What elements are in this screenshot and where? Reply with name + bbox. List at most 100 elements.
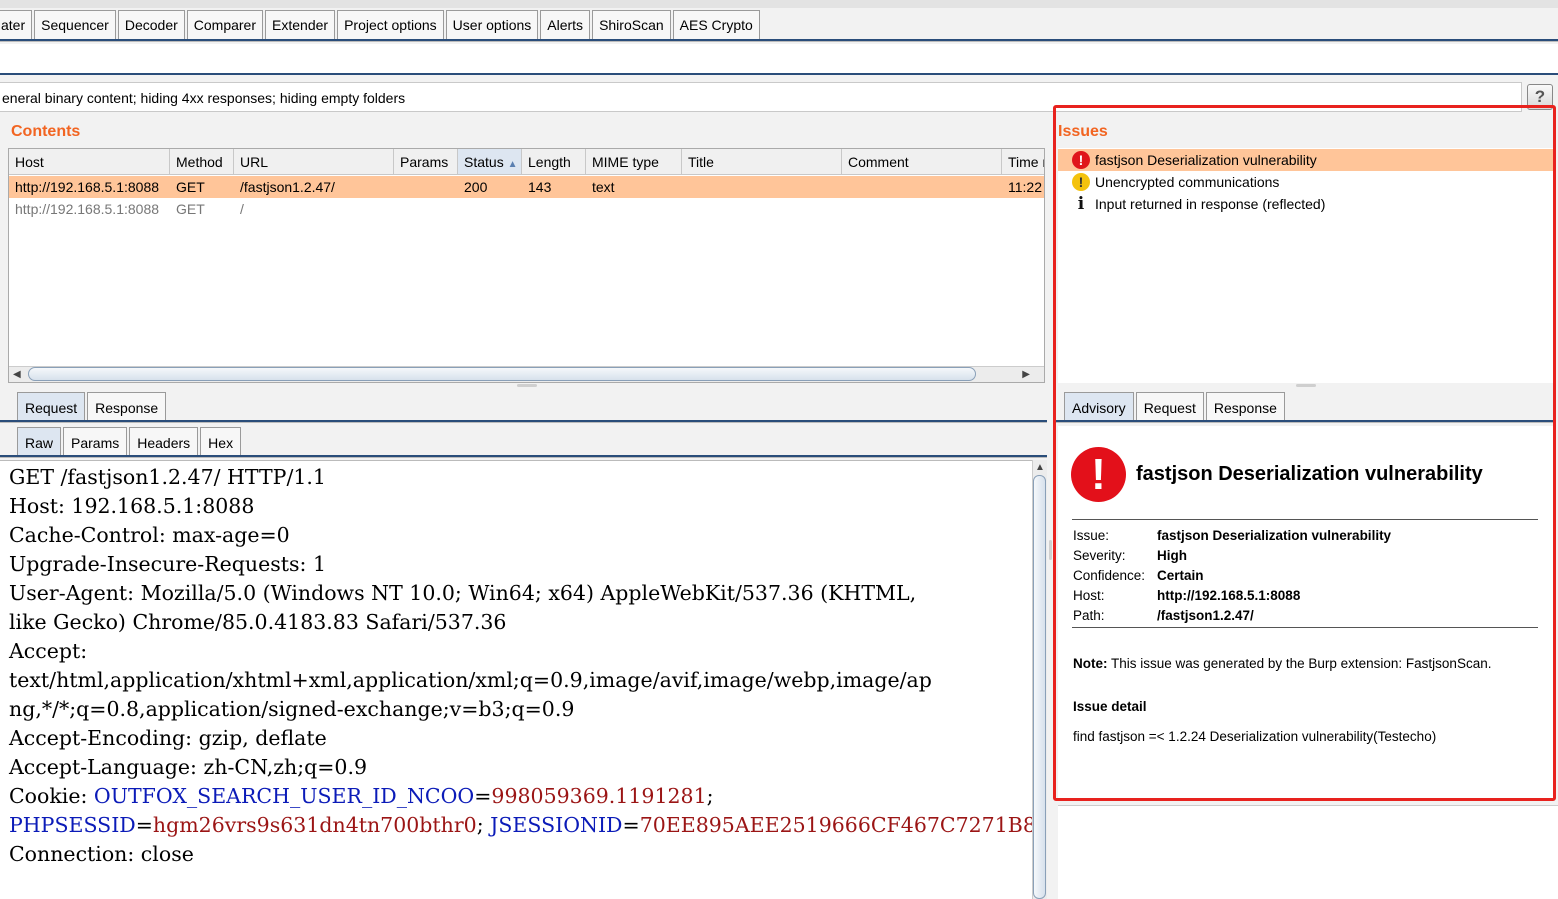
tab-repeater[interactable]: ater bbox=[0, 10, 33, 39]
tab-comparer[interactable]: Comparer bbox=[186, 10, 264, 39]
request-line: Host: 192.168.5.1:8088 bbox=[9, 494, 255, 518]
tab-underline bbox=[0, 420, 1047, 423]
col-time[interactable]: Time r bbox=[1002, 149, 1044, 175]
table-row[interactable]: http://192.168.5.1:8088 GET / bbox=[9, 198, 1044, 220]
request-text: GET /fastjson1.2.47/ HTTP/1.1 Host: 192.1… bbox=[9, 463, 1032, 869]
tab-decoder[interactable]: Decoder bbox=[117, 10, 185, 39]
sub-tab-area bbox=[0, 44, 1558, 74]
cell-mime bbox=[586, 198, 682, 220]
cell-status bbox=[458, 198, 522, 220]
cookie-name: JSESSIONID bbox=[490, 813, 623, 837]
table-row[interactable]: http://192.168.5.1:8088 GET /fastjson1.2… bbox=[9, 176, 1044, 198]
request-line: Accept-Language: zh-CN,zh;q=0.9 bbox=[9, 755, 368, 779]
cookie-value: 70EE895AEE2519666CF467C7271B8A07 bbox=[639, 813, 1032, 837]
cookie-separator: ; bbox=[476, 813, 491, 837]
cell-params bbox=[394, 198, 458, 220]
request-line: ng,*/*;q=0.8,application/signed-exchange… bbox=[9, 697, 575, 721]
issue-label: Unencrypted communications bbox=[1095, 174, 1280, 190]
advisory-note: Note: This issue was generated by the Bu… bbox=[1073, 656, 1491, 671]
cookie-equals: = bbox=[474, 784, 492, 808]
split-handle[interactable] bbox=[517, 384, 537, 387]
cookie-line-cont: PHPSESSID=hgm26vrs9s631dn4tn700bthr0; JS… bbox=[9, 811, 1032, 840]
cell-method: GET bbox=[176, 179, 205, 195]
tab-extender[interactable]: Extender bbox=[265, 10, 336, 39]
cookie-equals: = bbox=[622, 813, 640, 837]
cookie-separator: ; bbox=[706, 784, 714, 808]
col-comment[interactable]: Comment bbox=[842, 149, 1002, 175]
cell-status: 200 bbox=[464, 179, 488, 195]
cell-length: 143 bbox=[528, 179, 552, 195]
request-line: Accept: bbox=[9, 639, 88, 663]
issues-title: Issues bbox=[1058, 123, 1108, 140]
col-mime-type[interactable]: MIME type bbox=[586, 149, 682, 175]
advisory-tabs: Advisory Request Response bbox=[1064, 392, 1287, 422]
col-status[interactable]: Status ▲ bbox=[458, 149, 522, 175]
cell-mime: text bbox=[592, 179, 615, 195]
cookie-value: hgm26vrs9s631dn4tn700bthr0 bbox=[152, 813, 477, 837]
col-host[interactable]: Host bbox=[9, 149, 170, 175]
tab-request[interactable]: Request bbox=[17, 392, 86, 422]
help-button[interactable]: ? bbox=[1527, 84, 1553, 110]
contents-table: Host Method URL Params Status ▲ Length M… bbox=[8, 148, 1045, 383]
divider bbox=[1072, 519, 1538, 520]
horizontal-scroll-thumb[interactable] bbox=[28, 367, 976, 381]
col-status-label: Status bbox=[464, 154, 504, 170]
tab-raw[interactable]: Raw bbox=[17, 427, 62, 457]
cookie-equals: = bbox=[135, 813, 153, 837]
request-editor[interactable]: GET /fastjson1.2.47/ HTTP/1.1 Host: 192.1… bbox=[0, 460, 1032, 899]
note-text: This issue was generated by the Burp ext… bbox=[1107, 656, 1492, 671]
field-value: High bbox=[1157, 548, 1187, 563]
cell-host: http://192.168.5.1:8088 bbox=[15, 201, 160, 217]
tab-underline bbox=[1056, 420, 1556, 423]
tab-alerts[interactable]: Alerts bbox=[540, 10, 591, 39]
tab-headers[interactable]: Headers bbox=[129, 427, 199, 457]
info-icon: i bbox=[1077, 194, 1085, 214]
note-label: Note: bbox=[1073, 656, 1108, 671]
col-params[interactable]: Params bbox=[394, 149, 458, 175]
filter-text: eneral binary content; hiding 4xx respon… bbox=[2, 90, 406, 106]
cell-time bbox=[1002, 198, 1044, 220]
col-url[interactable]: URL bbox=[234, 149, 394, 175]
high-severity-icon: ! bbox=[1071, 447, 1126, 502]
split-handle[interactable] bbox=[1296, 384, 1316, 387]
col-length[interactable]: Length bbox=[522, 149, 586, 175]
issue-item[interactable]: i Input returned in response (reflected) bbox=[1058, 193, 1554, 215]
tab-response[interactable]: Response bbox=[87, 392, 167, 422]
window-top-strip bbox=[0, 0, 1558, 8]
tab-sequencer[interactable]: Sequencer bbox=[34, 10, 116, 39]
request-response-tabs: Request Response bbox=[17, 392, 168, 422]
tab-shiroscan[interactable]: ShiroScan bbox=[592, 10, 671, 39]
issue-item[interactable]: ! fastjson Deserialization vulnerability bbox=[1058, 149, 1554, 171]
cookie-name: OUTFOX_SEARCH_USER_ID_NCOO bbox=[93, 784, 475, 808]
cell-length bbox=[522, 198, 586, 220]
split-handle-vertical[interactable] bbox=[1049, 540, 1052, 560]
scroll-up-icon[interactable]: ▲ bbox=[1035, 462, 1045, 473]
tab-hex[interactable]: Hex bbox=[200, 427, 242, 457]
col-method[interactable]: Method bbox=[170, 149, 234, 175]
issue-detail-text: find fastjson =< 1.2.24 Deserialization … bbox=[1073, 729, 1437, 744]
vertical-scroll-thumb[interactable] bbox=[1033, 475, 1046, 899]
sort-asc-icon: ▲ bbox=[507, 159, 518, 170]
contents-title: Contents bbox=[11, 123, 81, 140]
cell-comment bbox=[842, 198, 1002, 220]
scroll-left-icon[interactable]: ◀ bbox=[13, 369, 21, 380]
medium-severity-icon: ! bbox=[1072, 173, 1090, 191]
tab-issue-response[interactable]: Response bbox=[1205, 392, 1285, 422]
col-title[interactable]: Title bbox=[682, 149, 842, 175]
tab-project-options[interactable]: Project options bbox=[337, 10, 444, 39]
cell-title bbox=[682, 176, 842, 198]
tab-user-options[interactable]: User options bbox=[445, 10, 539, 39]
scroll-right-icon[interactable]: ▶ bbox=[1022, 369, 1030, 380]
tab-aes-crypto[interactable]: AES Crypto bbox=[672, 10, 760, 39]
tab-params[interactable]: Params bbox=[63, 427, 128, 457]
table-header: Host Method URL Params Status ▲ Length M… bbox=[9, 149, 1044, 175]
cell-host: http://192.168.5.1:8088 bbox=[15, 179, 160, 195]
tab-issue-request[interactable]: Request bbox=[1135, 392, 1204, 422]
request-line: User-Agent: Mozilla/5.0 (Windows NT 10.0… bbox=[9, 581, 917, 605]
field-key: Path: bbox=[1073, 608, 1105, 623]
cell-time: 11:22 bbox=[1008, 179, 1042, 195]
field-value: /fastjson1.2.47/ bbox=[1157, 608, 1254, 623]
issue-item[interactable]: ! Unencrypted communications bbox=[1058, 171, 1554, 193]
filter-bar[interactable]: eneral binary content; hiding 4xx respon… bbox=[0, 82, 1522, 112]
tab-advisory[interactable]: Advisory bbox=[1064, 392, 1134, 422]
